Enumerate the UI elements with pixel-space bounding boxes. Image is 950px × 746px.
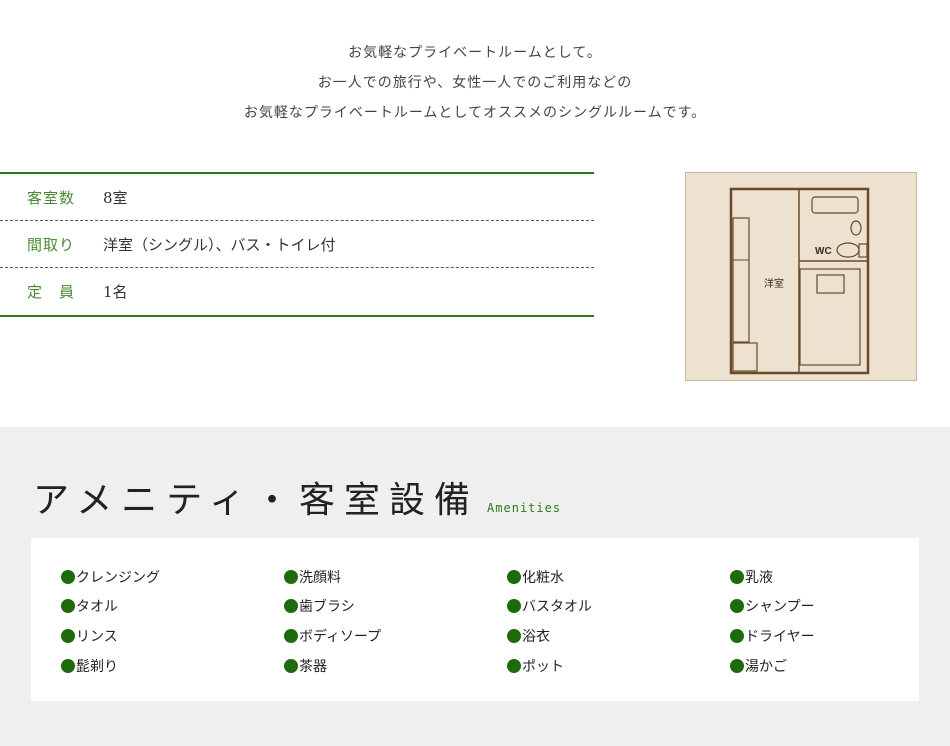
amenities-grid: クレンジング 洗顔料 化粧水 乳液 タオル 歯ブラシ バスタオル シャンプー リ… (61, 562, 880, 680)
room-spec-table: 客室数 8室 間取り 洋室（シングル）、バス・トイレ付 定 員 1名 (0, 172, 594, 317)
spec-row-layout: 間取り 洋室（シングル）、バス・トイレ付 (0, 221, 594, 268)
amenities-list-box: クレンジング 洗顔料 化粧水 乳液 タオル 歯ブラシ バスタオル シャンプー リ… (31, 538, 919, 701)
bullet-icon (284, 599, 298, 614)
spec-value: 1名 (103, 283, 128, 301)
bullet-icon (284, 569, 298, 584)
amenity-item: 茶器 (284, 651, 507, 681)
amenity-item: バスタオル (507, 592, 730, 622)
bullet-icon (61, 599, 75, 614)
amenity-label: リンス (76, 628, 118, 645)
amenities-section: アメニティ・客室設備 Amenities クレンジング 洗顔料 化粧水 乳液 タ… (0, 427, 950, 746)
bullet-icon (730, 569, 744, 584)
amenity-item: クレンジング (61, 562, 284, 592)
amenity-label: 歯ブラシ (299, 599, 355, 616)
spec-row-rooms: 客室数 8室 (0, 174, 594, 221)
amenities-title: アメニティ・客室設備 (33, 480, 480, 521)
amenity-item: 髭剃り (61, 651, 284, 681)
bullet-icon (61, 628, 75, 643)
amenity-label: 髭剃り (76, 658, 118, 675)
intro-line-2: お一人での旅行や、女性一人でのご利用などの (317, 75, 633, 91)
amenity-item: 洗顔料 (284, 562, 507, 592)
amenity-label: 化粧水 (522, 569, 564, 586)
amenity-item: リンス (61, 621, 284, 651)
amenity-label: ドライヤー (745, 628, 815, 645)
bullet-icon (730, 628, 744, 643)
bullet-icon (61, 658, 75, 673)
amenity-label: ボディソープ (299, 628, 382, 645)
bullet-icon (507, 569, 521, 584)
bullet-icon (61, 569, 75, 584)
bullet-icon (284, 628, 298, 643)
amenity-item: ボディソープ (284, 621, 507, 651)
bullet-icon (507, 658, 521, 673)
amenity-label: 乳液 (745, 569, 773, 586)
spec-value: 洋室（シングル）、バス・トイレ付 (103, 235, 336, 254)
intro-line-1: お気軽なプライベートルームとして。 (348, 45, 602, 61)
amenity-item: シャンプー (730, 592, 880, 622)
amenities-heading: アメニティ・客室設備 Amenities (33, 471, 561, 523)
amenities-subtitle: Amenities (487, 501, 562, 515)
floor-plan-wc-label: WC (815, 246, 832, 257)
amenity-label: 湯かご (745, 658, 787, 675)
amenity-label: 洗顔料 (299, 569, 341, 586)
spec-value: 8室 (103, 188, 128, 207)
amenity-item: 乳液 (730, 562, 880, 592)
amenity-item: 浴衣 (507, 621, 730, 651)
floor-plan: 洋室 WC (685, 172, 917, 381)
intro-text: お気軽なプライベートルームとして。 お一人での旅行や、女性一人でのご利用などの … (0, 38, 950, 128)
amenity-item: タオル (61, 592, 284, 622)
bullet-icon (284, 658, 298, 673)
spec-key: 間取り (27, 235, 76, 254)
spec-key: 定 員 (27, 283, 76, 301)
bullet-icon (507, 599, 521, 614)
bullet-icon (507, 628, 521, 643)
amenity-item: 歯ブラシ (284, 592, 507, 622)
intro-line-3: お気軽なプライベートルームとしてオススメのシングルルームです。 (243, 105, 707, 121)
amenity-label: 茶器 (299, 658, 327, 675)
spec-key: 客室数 (27, 188, 76, 207)
spec-row-capacity: 定 員 1名 (0, 268, 594, 315)
bullet-icon (730, 599, 744, 614)
amenity-item: ドライヤー (730, 621, 880, 651)
floor-plan-room-label: 洋室 (764, 277, 784, 290)
amenity-label: 浴衣 (522, 628, 550, 645)
bullet-icon (730, 658, 744, 673)
amenity-label: バスタオル (522, 599, 592, 616)
amenity-item: 湯かご (730, 651, 880, 681)
amenity-item: ポット (507, 651, 730, 681)
amenity-label: シャンプー (745, 599, 815, 616)
amenity-label: ポット (522, 658, 564, 675)
amenity-label: タオル (76, 599, 118, 616)
floor-plan-drawing: 洋室 WC (729, 187, 870, 375)
amenity-item: 化粧水 (507, 562, 730, 592)
amenity-label: クレンジング (76, 569, 160, 586)
